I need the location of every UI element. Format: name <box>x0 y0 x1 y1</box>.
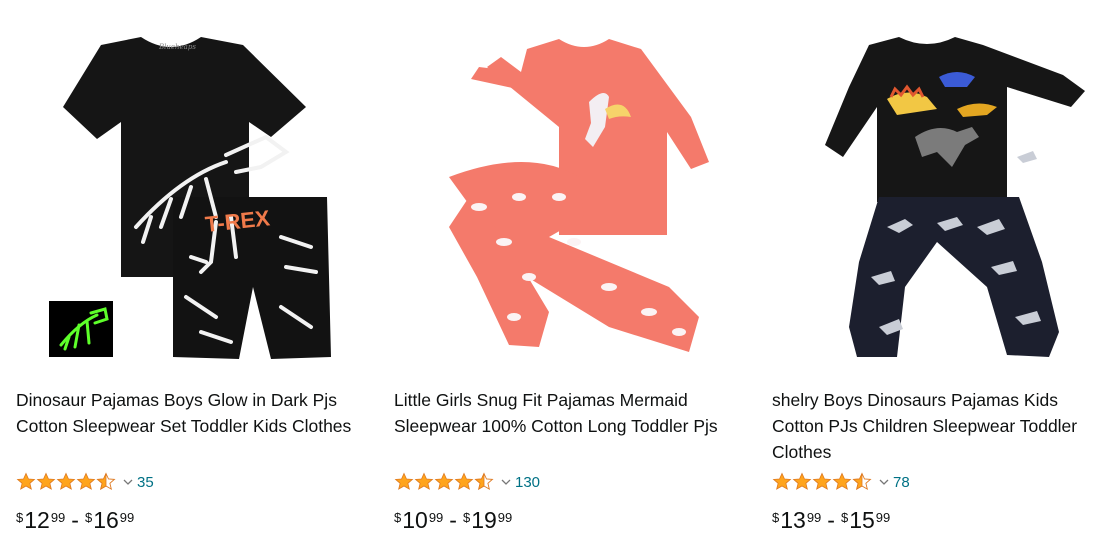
star-rating[interactable] <box>772 472 874 492</box>
star-half-icon <box>474 472 494 491</box>
star-full-icon <box>36 472 56 490</box>
price-range[interactable]: $ 10 99 - $ 19 99 <box>394 507 512 533</box>
product-title-link[interactable]: shelry Boys Dinosaurs Pajamas Kids Cotto… <box>772 387 1110 465</box>
star-full-icon <box>16 472 36 490</box>
price-low-whole: 13 <box>780 507 806 533</box>
price-low-whole: 12 <box>24 507 50 533</box>
price-range[interactable]: $ 12 99 - $ 16 99 <box>16 507 134 533</box>
product-title-link[interactable]: Dinosaur Pajamas Boys Glow in Dark Pjs C… <box>16 387 358 439</box>
price-low-fraction: 99 <box>428 510 444 525</box>
rating-row: 35 <box>16 470 154 494</box>
star-full-icon <box>832 472 852 490</box>
star-half-icon <box>852 472 872 491</box>
price-range[interactable]: $ 13 99 - $ 15 99 <box>772 507 890 533</box>
price-low-fraction: 99 <box>50 510 66 525</box>
star-half-icon <box>96 472 116 491</box>
price-separator: - <box>827 507 835 533</box>
price-low-fraction: 99 <box>806 510 822 525</box>
price-high-symbol: $ <box>462 510 471 525</box>
price-high-fraction: 99 <box>875 510 891 525</box>
star-rating[interactable] <box>394 472 496 492</box>
star-rating[interactable] <box>16 472 118 492</box>
star-full-icon <box>76 472 96 490</box>
price-high-fraction: 99 <box>119 510 135 525</box>
price-high-symbol: $ <box>84 510 93 525</box>
star-full-icon <box>394 472 414 490</box>
chevron-down-icon[interactable] <box>123 478 133 486</box>
star-full-icon <box>792 472 812 490</box>
product-card: shelry Boys Dinosaurs Pajamas Kids Cotto… <box>772 0 1110 558</box>
star-full-icon <box>454 472 474 490</box>
price-separator: - <box>71 507 79 533</box>
product-image[interactable] <box>772 16 1110 378</box>
review-count-link[interactable]: 35 <box>137 474 154 491</box>
review-count-link[interactable]: 130 <box>515 474 540 491</box>
price-high-whole: 19 <box>471 507 497 533</box>
price-low-whole: 10 <box>402 507 428 533</box>
price-high-whole: 15 <box>849 507 875 533</box>
price-low-symbol: $ <box>16 510 24 525</box>
star-full-icon <box>414 472 434 490</box>
rating-row: 130 <box>394 470 540 494</box>
star-full-icon <box>56 472 76 490</box>
price-high-symbol: $ <box>840 510 849 525</box>
price-high-whole: 16 <box>93 507 119 533</box>
product-card: T-REX Blueheaps Dinosaur Pajamas Boys Gl… <box>16 0 356 558</box>
star-full-icon <box>434 472 454 490</box>
product-image[interactable] <box>394 16 734 378</box>
product-card: Little Girls Snug Fit Pajamas Mermaid Sl… <box>394 0 734 558</box>
image-brand-text: Blueheaps <box>158 43 196 51</box>
price-separator: - <box>449 507 457 533</box>
chevron-down-icon[interactable] <box>501 478 511 486</box>
rating-row: 78 <box>772 470 910 494</box>
product-title-link[interactable]: Little Girls Snug Fit Pajamas Mermaid Sl… <box>394 387 736 439</box>
price-low-symbol: $ <box>394 510 402 525</box>
star-full-icon <box>772 472 792 490</box>
review-count-link[interactable]: 78 <box>893 474 910 491</box>
chevron-down-icon[interactable] <box>879 478 889 486</box>
price-high-fraction: 99 <box>497 510 513 525</box>
price-low-symbol: $ <box>772 510 780 525</box>
product-image[interactable]: T-REX Blueheaps <box>16 16 356 378</box>
star-full-icon <box>812 472 832 490</box>
